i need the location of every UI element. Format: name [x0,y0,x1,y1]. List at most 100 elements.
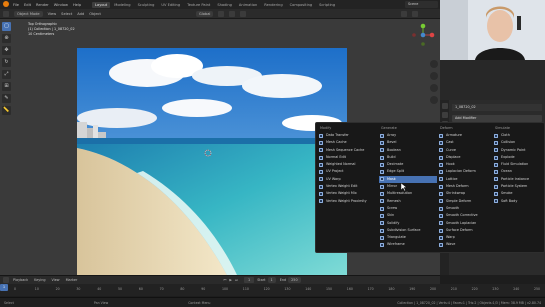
menu-render[interactable]: Render [36,3,49,7]
menu-item-explode[interactable]: Explode [493,154,545,161]
menu-object[interactable]: Object [89,12,101,16]
menu-item-smooth[interactable]: Smooth [438,205,493,212]
skip-end-icon[interactable]: ⏭ [235,278,238,282]
menu-edit[interactable]: Edit [24,3,31,7]
move-tool-icon[interactable]: ✥ [2,46,11,55]
menu-item-dynamic-paint[interactable]: Dynamic Paint [493,147,545,154]
menu-item-cloth[interactable]: Cloth [493,132,545,139]
orientation-selector[interactable]: Global [195,10,214,17]
menu-item-decimate[interactable]: Decimate [379,161,437,168]
outliner-panel[interactable] [440,60,545,100]
select-box-tool-icon[interactable]: ▢ [2,22,11,31]
menu-item-weighted-normal[interactable]: Weighted Normal [318,161,376,168]
tab-compositing[interactable]: Compositing [287,2,316,8]
menu-item-hook[interactable]: Hook [438,161,493,168]
blender-logo-icon[interactable] [3,1,9,7]
scene-selector[interactable]: Scene [405,1,438,8]
tab-texture-paint[interactable]: Texture Paint [184,2,213,8]
menu-item-vertex-weight-mix[interactable]: Vertex Weight Mix [318,190,376,197]
menu-item-ocean[interactable]: Ocean [493,168,545,175]
pivot-icon[interactable] [218,10,225,17]
menu-file[interactable]: File [13,3,19,7]
menu-item-shrinkwrap[interactable]: Shrinkwrap [438,190,493,197]
navigation-gizmo-icon[interactable] [410,22,436,48]
measure-tool-icon[interactable]: 📏 [2,106,11,115]
menu-playback[interactable]: Playback [13,278,28,282]
menu-item-mask[interactable]: Mask [379,175,437,184]
menu-item-wave[interactable]: Wave [438,241,493,248]
rotate-tool-icon[interactable]: ↻ [2,58,11,67]
tab-animation[interactable]: Animation [236,2,260,8]
menu-item-data-transfer[interactable]: Data Transfer [318,132,376,139]
menu-item-skin[interactable]: Skin [379,212,437,219]
menu-item-armature[interactable]: Armature [438,132,493,139]
playhead[interactable]: 1 [0,284,8,291]
tab-scripting[interactable]: Scripting [316,2,338,8]
render-tab-icon[interactable] [441,112,448,118]
menu-item-collision[interactable]: Collision [493,139,545,146]
menu-item-smooth-laplacian[interactable]: Smooth Laplacian [438,220,493,227]
grid-icon[interactable] [430,96,438,104]
object-name-field[interactable]: 1_08720_02 [452,104,542,111]
menu-item-remesh[interactable]: Remesh [379,198,437,205]
menu-item-simple-deform[interactable]: Simple Deform [438,198,493,205]
skip-start-icon[interactable]: ⏮ [223,278,226,282]
menu-item-build[interactable]: Build [379,154,437,161]
menu-item-lattice[interactable]: Lattice [438,176,493,183]
menu-view[interactable]: View [48,12,57,16]
menu-item-solidify[interactable]: Solidify [379,220,437,227]
menu-item-screw[interactable]: Screw [379,205,437,212]
start-frame-field[interactable]: 1 [267,277,276,283]
menu-item-mesh-cache[interactable]: Mesh Cache [318,139,376,146]
menu-item-boolean[interactable]: Boolean [379,147,437,154]
beach-image-plane[interactable] [77,48,347,275]
editor-type-icon[interactable] [3,10,9,17]
menu-item-vertex-weight-edit[interactable]: Vertex Weight Edit [318,183,376,190]
menu-item-laplacian-deform[interactable]: Laplacian Deform [438,168,493,175]
3d-cursor-icon[interactable] [203,148,213,158]
menu-item-smooth-corrective[interactable]: Smooth Corrective [438,212,493,219]
zoom-icon[interactable] [430,60,438,68]
menu-item-mesh-sequence-cache[interactable]: Mesh Sequence Cache [318,147,376,154]
end-frame-field[interactable]: 250 [288,277,301,283]
menu-item-soft-body[interactable]: Soft Body [493,198,545,205]
menu-add[interactable]: Add [77,12,84,16]
tab-modeling[interactable]: Modeling [111,2,133,8]
transform-tool-icon[interactable]: ⊞ [2,82,11,91]
overlay-icon[interactable] [412,10,419,17]
scale-tool-icon[interactable]: ⤢ [2,70,11,79]
proportional-edit-icon[interactable] [240,10,247,17]
snap-icon[interactable] [229,10,236,17]
menu-item-cast[interactable]: Cast [438,139,493,146]
viewport-shading-icon[interactable] [401,10,408,17]
menu-marker[interactable]: Marker [66,278,78,282]
menu-view-timeline[interactable]: View [52,278,60,282]
add-modifier-button[interactable]: Add Modifier [452,115,542,122]
current-frame-field[interactable]: 1 [244,277,255,283]
menu-item-uv-project[interactable]: UV Project [318,168,376,175]
timeline-editor-icon[interactable] [3,277,9,283]
timeline-ruler[interactable]: 1 0 10 20 30 40 50 60 70 80 90 100 110 120 130 140 150 1… [0,284,545,296]
cursor-tool-icon[interactable]: ⊕ [2,34,11,43]
tab-sculpting[interactable]: Sculpting [135,2,158,8]
play-icon[interactable]: ▶ [229,278,232,282]
menu-item-subdivision-surface[interactable]: Subdivision Surface [379,227,437,234]
menu-item-fluid-simulation[interactable]: Fluid Simulation [493,161,545,168]
menu-window[interactable]: Window [54,3,68,7]
tab-shading[interactable]: Shading [214,2,235,8]
menu-help[interactable]: Help [73,3,81,7]
menu-item-surface-deform[interactable]: Surface Deform [438,227,493,234]
menu-item-bevel[interactable]: Bevel [379,139,437,146]
camera-icon[interactable] [430,84,438,92]
menu-item-vertex-weight-proximity[interactable]: Vertex Weight Proximity [318,198,376,205]
tab-rendering[interactable]: Rendering [261,2,285,8]
mode-selector[interactable]: Object Mode [14,10,43,17]
menu-item-particle-instance[interactable]: Particle Instance [493,176,545,183]
menu-item-array[interactable]: Array [379,132,437,139]
tool-tab-icon[interactable] [441,103,448,109]
tab-layout[interactable]: Layout [92,1,111,8]
menu-select[interactable]: Select [61,12,72,16]
annotate-tool-icon[interactable]: ✎ [2,94,11,103]
menu-item-smoke[interactable]: Smoke [493,190,545,197]
menu-item-multiresolution[interactable]: Multiresolution [379,190,437,197]
